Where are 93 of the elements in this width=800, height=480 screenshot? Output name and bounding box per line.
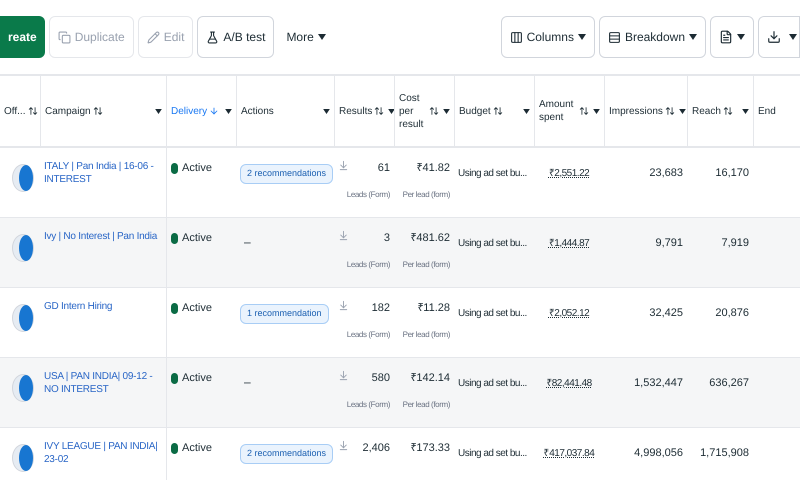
amount-spent: ₹2,551.22 [548,168,590,179]
download-icon [338,160,349,171]
caret-icon [578,34,586,40]
results-value: 61 [378,161,390,176]
column-header[interactable]: Cost per result [399,92,427,130]
download-icon [338,370,349,381]
delivery-status: Active [182,301,212,316]
toggle-switch[interactable] [12,444,34,472]
column-header[interactable]: End [758,104,776,118]
toggle-switch[interactable] [12,374,34,402]
result-note: Per lead (form) [402,398,450,410]
amount-spent: ₹1,444.87 [548,238,590,249]
cost-value: ₹481.62 [410,231,450,246]
download-icon [767,30,781,44]
reach-value: 1,715,908 [700,447,749,459]
results-value: 182 [372,301,390,316]
budget-value: Using ad set bu... [458,308,527,319]
result-note: Per lead (form) [402,328,450,340]
results-value: 3 [384,231,390,246]
column-header[interactable]: Reach [692,104,721,118]
budget-value: Using ad set bu... [458,168,527,179]
campaign-link[interactable]: USA | PAN INDIA| 09-12 - NO INTEREST [44,370,162,396]
caret-icon [737,34,745,40]
budget-value: Using ad set bu... [458,378,527,389]
reach-value: 16,170 [715,167,749,179]
recommendations-badge[interactable]: 2 recommendations [240,444,334,464]
cost-value: ₹41.82 [416,161,450,176]
reach-value: 7,919 [721,237,749,249]
delivery-status: Active [182,231,212,246]
delivery-status: Active [182,441,212,456]
copy-icon [58,30,71,44]
amount-spent: ₹2,052.12 [548,308,590,319]
result-note: Leads (Form) [346,188,390,200]
breakdown-button[interactable]: Breakdown [598,16,706,58]
flask-icon [206,30,220,44]
cost-value: ₹142.14 [410,371,450,386]
results-value: 580 [372,371,390,386]
campaign-link[interactable]: GD Intern Hiring [44,300,162,313]
impressions-value: 4,998,056 [634,447,683,459]
impressions-value: 9,791 [655,237,683,249]
columns-icon [510,30,523,44]
pencil-icon [146,30,160,44]
result-note: Per lead (form) [402,188,450,200]
result-note: Leads (Form) [346,258,390,270]
campaign-link[interactable]: ITALY | Pan India | 16-06 -INTEREST [44,160,162,186]
impressions-value: 1,532,447 [634,377,683,389]
delivery-status: Active [182,161,212,176]
toggle-switch[interactable] [12,164,34,192]
download-icon [338,230,349,241]
result-note: Leads (Form) [346,398,390,410]
column-header[interactable]: Budget [459,104,491,118]
more-button[interactable]: More [278,16,334,58]
delivery-status: Active [182,371,212,386]
caret-icon [789,34,797,40]
campaign-link[interactable]: Ivy | No Interest | Pan India [44,230,162,243]
ab-test-button[interactable]: A/B test [197,16,274,58]
document-icon [719,30,733,44]
column-header[interactable]: Off... [4,104,26,118]
budget-value: Using ad set bu... [458,238,527,249]
create-button[interactable]: reate [0,16,45,58]
columns-button[interactable]: Columns [500,16,595,58]
caret-icon [689,34,697,40]
reach-value: 20,876 [715,307,749,319]
rows-icon [608,30,621,44]
caret-icon [318,34,326,40]
results-value: 2,406 [362,441,390,456]
result-note: Per lead (form) [402,258,450,270]
result-note: Leads (Form) [346,328,390,340]
column-header[interactable]: Amount spent [539,98,577,124]
column-header[interactable]: Delivery [171,104,208,118]
impressions-value: 23,683 [649,167,683,179]
empty-value: – [243,375,251,389]
cost-value: ₹173.33 [410,441,450,456]
budget-value: Using ad set bu... [458,448,527,459]
column-header[interactable]: Results [339,104,372,118]
reach-value: 636,267 [709,377,749,389]
recommendations-badge[interactable]: 2 recommendations [240,164,334,184]
column-header[interactable]: Campaign [45,104,91,118]
empty-value: – [243,235,251,249]
campaign-link[interactable]: IVY LEAGUE | PAN INDIA| 23-02 [44,440,162,466]
toggle-switch[interactable] [12,304,34,332]
toggle-switch[interactable] [12,234,34,262]
reports-button[interactable] [710,16,754,58]
column-header[interactable]: Impressions [609,104,663,118]
impressions-value: 32,425 [649,307,683,319]
download-icon [338,440,349,451]
cost-value: ₹11.28 [417,301,450,316]
recommendations-badge[interactable]: 1 recommendation [240,304,329,324]
export-button[interactable] [758,16,800,58]
download-icon [338,300,349,311]
column-header[interactable]: Actions [241,104,274,118]
amount-spent: ₹417,037.84 [544,448,594,459]
amount-spent: ₹82,441.48 [546,378,592,389]
